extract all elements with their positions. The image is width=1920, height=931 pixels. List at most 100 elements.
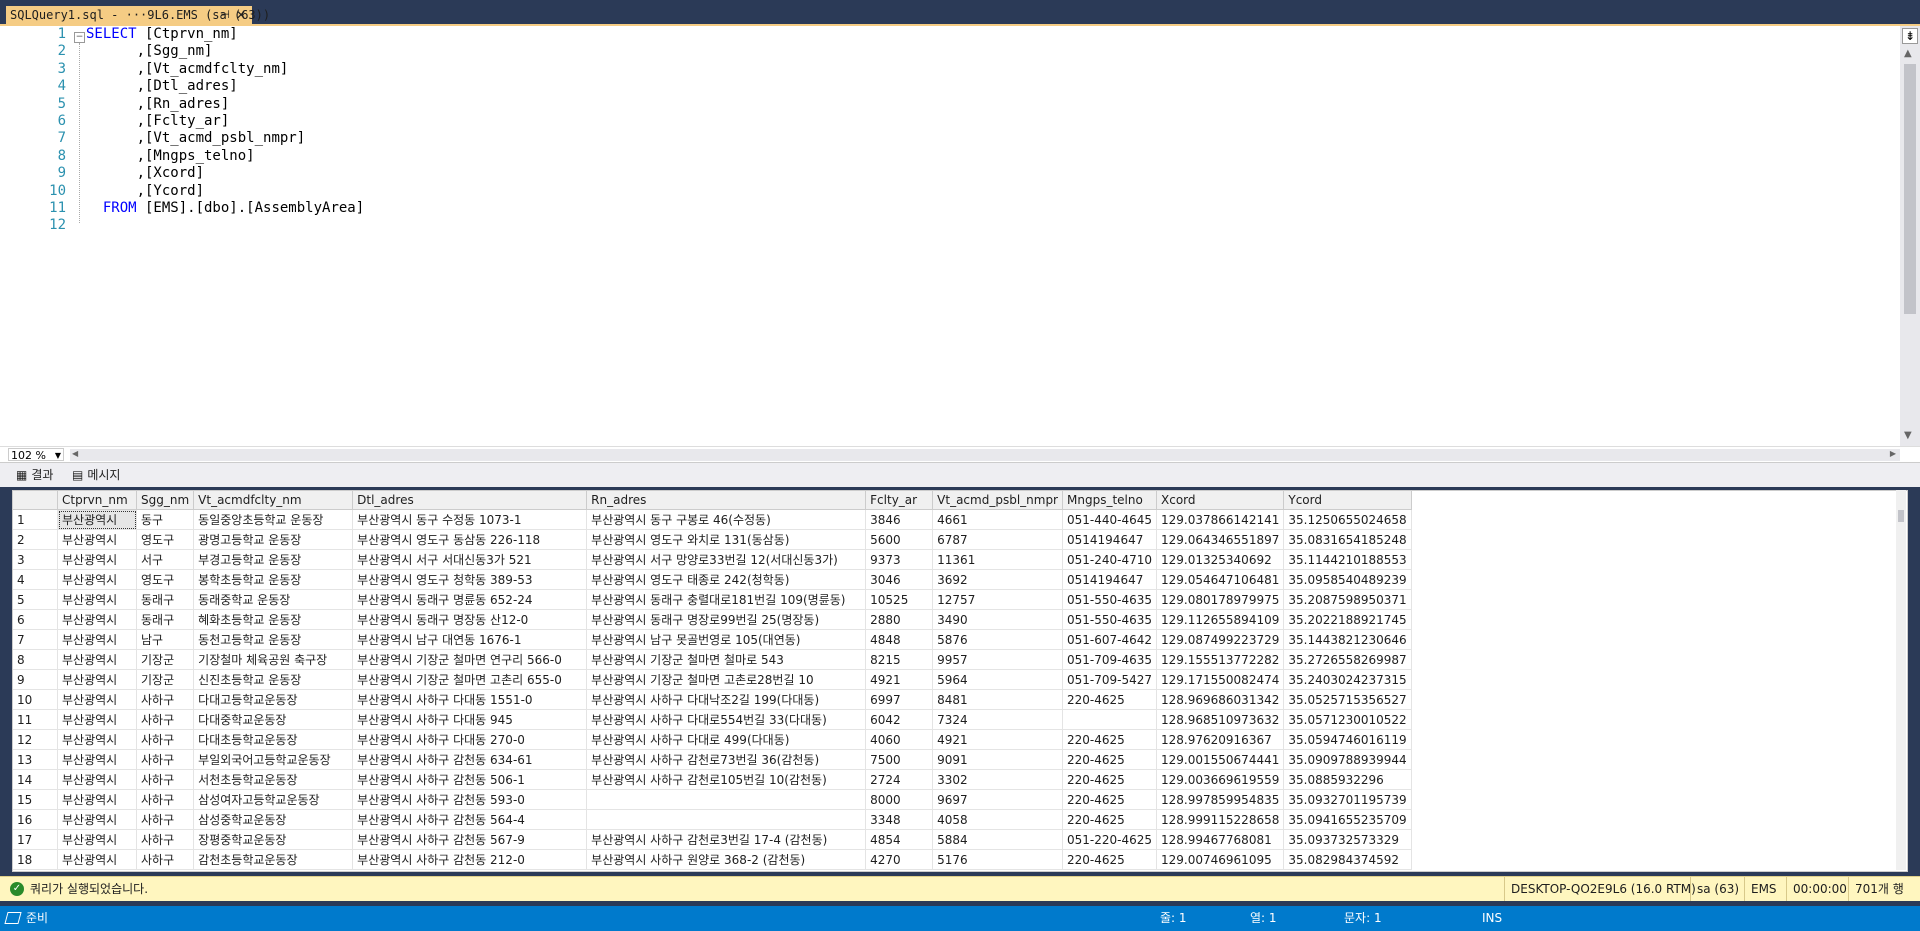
- scroll-down-icon[interactable]: ▼: [1904, 430, 1912, 441]
- grid-cell[interactable]: 다대고등학교운동장: [193, 689, 354, 710]
- grid-cell[interactable]: 3046: [865, 569, 934, 590]
- close-icon[interactable]: ✕: [236, 6, 246, 24]
- grid-cell[interactable]: 220-4625: [1062, 769, 1158, 790]
- grid-cell[interactable]: 051-709-5427: [1062, 669, 1158, 690]
- grid-cell[interactable]: 35.0909788939944: [1283, 749, 1412, 770]
- grid-cell[interactable]: 8000: [865, 789, 934, 810]
- grid-cell[interactable]: [1062, 709, 1158, 730]
- grid-cell[interactable]: 8481: [932, 689, 1063, 710]
- grid-cell[interactable]: 35.1250655024658: [1283, 509, 1412, 530]
- grid-cell[interactable]: 129.087499223729: [1156, 629, 1285, 650]
- grid-cell[interactable]: 사하구: [136, 809, 195, 830]
- grid-cell[interactable]: 부산광역시 영도구 청학동 389-53: [352, 569, 588, 590]
- column-header[interactable]: Fclty_ar: [865, 491, 934, 510]
- grid-cell[interactable]: 봉학초등학교 운동장: [193, 569, 354, 590]
- code-line[interactable]: ,[Xcord]: [86, 165, 204, 182]
- grid-cell[interactable]: 6042: [865, 709, 934, 730]
- grid-cell[interactable]: 서천초등학교운동장: [193, 769, 354, 790]
- grid-cell[interactable]: 35.093732573329: [1283, 829, 1412, 850]
- grid-cell[interactable]: 129.003669619559: [1156, 769, 1285, 790]
- grid-cell[interactable]: 35.1443821230646: [1283, 629, 1412, 650]
- grid-cell[interactable]: 2880: [865, 609, 934, 630]
- grid-cell[interactable]: 부산광역시 동래구 명장로99번길 25(명장동): [586, 609, 867, 630]
- row-number[interactable]: 12: [13, 729, 58, 750]
- grid-cell[interactable]: 부산광역시 사하구 감천로105번길 10(감천동): [586, 769, 867, 790]
- grid-cell[interactable]: 129.001550674441: [1156, 749, 1285, 770]
- grid-cell[interactable]: 다대초등학교운동장: [193, 729, 354, 750]
- editor-vertical-scrollbar[interactable]: ⇟ ▲ ▼: [1900, 26, 1920, 446]
- grid-cell[interactable]: 2724: [865, 769, 934, 790]
- row-number[interactable]: 9: [13, 669, 58, 690]
- grid-cell[interactable]: 남구: [136, 629, 195, 650]
- table-row[interactable]: 16 부산광역시 사하구 삼성중학교운동장 부산광역시 사하구 감천동 564-4 334…: [13, 809, 1412, 830]
- grid-cell[interactable]: 128.97620916367: [1156, 729, 1285, 750]
- grid-cell[interactable]: 부산광역시 남구 대연동 1676-1: [352, 629, 588, 650]
- code-line[interactable]: ,[Rn_adres]: [86, 96, 230, 113]
- grid-cell[interactable]: 129.00746961095: [1156, 849, 1285, 870]
- grid-cell[interactable]: 기장군: [136, 669, 195, 690]
- grid-cell[interactable]: 051-220-4625: [1062, 829, 1158, 850]
- grid-cell[interactable]: 12757: [932, 589, 1063, 610]
- grid-cell[interactable]: 6787: [932, 529, 1063, 550]
- grid-cell[interactable]: 부산광역시: [57, 749, 137, 770]
- code-line[interactable]: ,[Fclty_ar]: [86, 113, 230, 130]
- grid-cell[interactable]: 부산광역시 영도구 와치로 131(동삼동): [586, 529, 867, 550]
- grid-cell[interactable]: 부산광역시 사하구 다대동 1551-0: [352, 689, 588, 710]
- grid-cell[interactable]: 5600: [865, 529, 934, 550]
- grid-cell[interactable]: 220-4625: [1062, 689, 1158, 710]
- query-document-tab[interactable]: SQLQuery1.sql - ···9L6.EMS (sa (63)) ⊣ ✕: [6, 6, 270, 24]
- grid-cell[interactable]: 부산광역시 사하구 감천동 567-9: [352, 829, 588, 850]
- row-number[interactable]: 5: [13, 589, 58, 610]
- grid-cell[interactable]: 다대중학교운동장: [193, 709, 354, 730]
- scroll-thumb[interactable]: [1904, 64, 1916, 314]
- grid-cell[interactable]: 35.0941655235709: [1283, 809, 1412, 830]
- grid-cell[interactable]: 부산광역시 동구 수정동 1073-1: [352, 509, 588, 530]
- table-row[interactable]: 17 부산광역시 사하구 장평중학교운동장 부산광역시 사하구 감천동 567-9 부산광…: [13, 829, 1412, 850]
- table-row[interactable]: 6 부산광역시 동래구 혜화초등학교 운동장 부산광역시 동래구 명장동 산12-0 부산…: [13, 609, 1412, 630]
- grid-cell[interactable]: 3348: [865, 809, 934, 830]
- grid-cell[interactable]: 부산광역시: [57, 789, 137, 810]
- grid-cell[interactable]: 129.054647106481: [1156, 569, 1285, 590]
- grid-cell[interactable]: 220-4625: [1062, 809, 1158, 830]
- grid-cell[interactable]: 부산광역시: [57, 729, 137, 750]
- grid-cell[interactable]: 부산광역시 동구 구봉로 46(수정동): [586, 509, 867, 530]
- grid-cell[interactable]: 0514194647: [1062, 569, 1158, 590]
- row-number[interactable]: 7: [13, 629, 58, 650]
- grid-cell[interactable]: 부산광역시 사하구 다대낙조2길 199(다대동): [586, 689, 867, 710]
- grid-cell[interactable]: 4270: [865, 849, 934, 870]
- grid-cell[interactable]: 부산광역시 기장군 철마면 고촌로28번길 10: [586, 669, 867, 690]
- grid-cell[interactable]: 부산광역시 사하구 다대로 499(다대동): [586, 729, 867, 750]
- grid-cell[interactable]: 051-607-4642: [1062, 629, 1158, 650]
- grid-cell[interactable]: 부산광역시 동래구 명장동 산12-0: [352, 609, 588, 630]
- grid-cell[interactable]: 동래중학교 운동장: [193, 589, 354, 610]
- grid-cell[interactable]: 부일외국어고등학교운동장: [193, 749, 354, 770]
- grid-cell[interactable]: 051-550-4635: [1062, 589, 1158, 610]
- grid-cell[interactable]: 9091: [932, 749, 1063, 770]
- table-row[interactable]: 1 부산광역시 동구 동일중앙초등학교 운동장 부산광역시 동구 수정동 1073-1 부…: [13, 509, 1412, 530]
- grid-cell[interactable]: 7500: [865, 749, 934, 770]
- grid-cell[interactable]: 부산광역시: [57, 529, 137, 550]
- tab-messages[interactable]: ▤ 메시지: [72, 466, 120, 484]
- results-grid[interactable]: Ctprvn_nm Sgg_nm Vt_acmdfclty_nm Dtl_adres R…: [12, 490, 1908, 872]
- grid-cell[interactable]: 4060: [865, 729, 934, 750]
- grid-cell[interactable]: 4661: [932, 509, 1063, 530]
- grid-cell[interactable]: 129.064346551897: [1156, 529, 1285, 550]
- grid-cell[interactable]: 부산광역시: [57, 569, 137, 590]
- grid-cell[interactable]: 220-4625: [1062, 749, 1158, 770]
- grid-corner[interactable]: [13, 491, 58, 510]
- grid-cell[interactable]: 감천초등학교운동장: [193, 849, 354, 870]
- grid-cell[interactable]: 부산광역시 영도구 태종로 242(청학동): [586, 569, 867, 590]
- grid-cell[interactable]: 부산광역시 남구 못골번영로 105(대연동): [586, 629, 867, 650]
- grid-cell[interactable]: 4058: [932, 809, 1063, 830]
- grid-cell[interactable]: 부산광역시: [57, 769, 137, 790]
- row-number[interactable]: 3: [13, 549, 58, 570]
- row-number[interactable]: 1: [13, 509, 58, 530]
- zoom-select[interactable]: 102 % ▼: [8, 448, 64, 462]
- table-row[interactable]: 12 부산광역시 사하구 다대초등학교운동장 부산광역시 사하구 다대동 270-0 부산…: [13, 729, 1412, 750]
- grid-cell[interactable]: 사하구: [136, 829, 195, 850]
- grid-cell[interactable]: 220-4625: [1062, 789, 1158, 810]
- grid-cell[interactable]: 사하구: [136, 789, 195, 810]
- grid-cell[interactable]: 동천고등학교 운동장: [193, 629, 354, 650]
- grid-cell[interactable]: 10525: [865, 589, 934, 610]
- grid-cell[interactable]: 3490: [932, 609, 1063, 630]
